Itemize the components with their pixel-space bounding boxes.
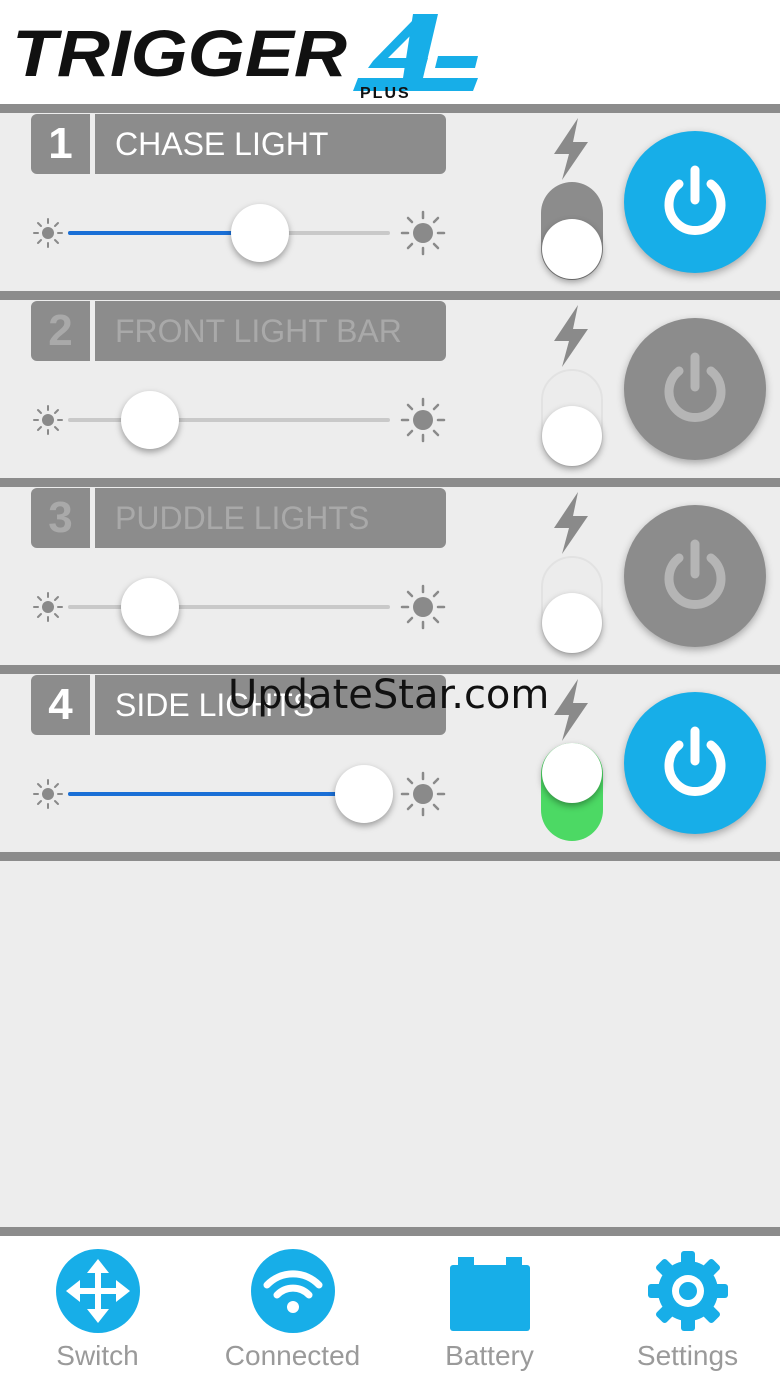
battery-icon	[449, 1257, 530, 1331]
move-arrows-icon	[55, 1249, 140, 1333]
panel-divider	[0, 1227, 780, 1236]
strobe-toggle[interactable]	[541, 369, 603, 467]
gear-icon	[647, 1251, 728, 1331]
sun-large-icon	[400, 210, 446, 256]
sun-small-icon	[33, 405, 63, 435]
wifi-icon	[250, 1249, 335, 1333]
panel-divider	[0, 291, 780, 300]
power-icon	[664, 352, 726, 422]
panel-divider	[0, 852, 780, 861]
sun-large-icon	[400, 771, 446, 817]
tab-label: Connected	[224, 1340, 361, 1371]
power-icon	[664, 726, 726, 796]
power-icon	[664, 539, 726, 609]
brightness-slider[interactable]	[68, 418, 390, 422]
tab-settings[interactable]: Settings	[590, 1236, 780, 1387]
strobe-toggle[interactable]	[541, 182, 603, 280]
svg-text:TRIGGER: TRIGGER	[12, 16, 347, 90]
sun-small-icon	[33, 592, 63, 622]
brightness-slider-knob[interactable]	[335, 765, 393, 823]
power-button[interactable]	[624, 505, 766, 647]
tab-battery[interactable]: Battery	[392, 1236, 587, 1387]
strobe-toggle-knob	[542, 219, 602, 279]
tab-switch[interactable]: Switch	[0, 1236, 195, 1387]
brightness-slider[interactable]	[68, 605, 390, 609]
lightning-bolt-icon	[554, 492, 588, 554]
tab-connected[interactable]: Connected	[195, 1236, 390, 1387]
strobe-toggle-knob	[542, 593, 602, 653]
channel-number: 2	[31, 301, 90, 361]
watermark-text: UpdateStar.com	[228, 672, 550, 718]
brightness-slider[interactable]	[68, 231, 390, 235]
channel-number: 4	[31, 675, 90, 735]
channel-number: 1	[31, 114, 90, 174]
app-header: TRIGGER PLUS	[0, 0, 780, 104]
tab-bar: Switch Connected Battery Settings	[0, 1236, 780, 1387]
tab-label: Switch	[56, 1340, 139, 1371]
tab-label: Settings	[636, 1340, 739, 1371]
power-button[interactable]	[624, 318, 766, 460]
channel-name: PUDDLE LIGHTS	[95, 488, 446, 548]
strobe-toggle[interactable]	[541, 556, 603, 654]
channel-name: CHASE LIGHT	[95, 114, 446, 174]
panel-divider	[0, 478, 780, 487]
brightness-slider-knob[interactable]	[121, 391, 179, 449]
channel-number: 3	[31, 488, 90, 548]
power-icon	[664, 165, 726, 235]
lightning-bolt-icon	[554, 679, 588, 741]
sun-large-icon	[400, 584, 446, 630]
power-button[interactable]	[624, 131, 766, 273]
tab-label: Battery	[445, 1340, 534, 1371]
lightning-bolt-icon	[554, 118, 588, 180]
sun-small-icon	[33, 779, 63, 809]
svg-text:PLUS: PLUS	[360, 85, 411, 100]
strobe-toggle-knob	[542, 406, 602, 466]
sun-large-icon	[400, 397, 446, 443]
brightness-fill	[68, 792, 365, 796]
strobe-toggle[interactable]	[541, 743, 603, 841]
panel-divider	[0, 104, 780, 113]
power-button[interactable]	[624, 692, 766, 834]
lightning-bolt-icon	[554, 305, 588, 367]
sun-small-icon	[33, 218, 63, 248]
channel-name: FRONT LIGHT BAR	[95, 301, 446, 361]
trigger-4-plus-logo: TRIGGER PLUS	[12, 14, 478, 100]
strobe-toggle-knob	[542, 743, 602, 803]
brightness-slider-knob[interactable]	[231, 204, 289, 262]
brightness-fill	[68, 231, 258, 235]
brightness-slider-knob[interactable]	[121, 578, 179, 636]
